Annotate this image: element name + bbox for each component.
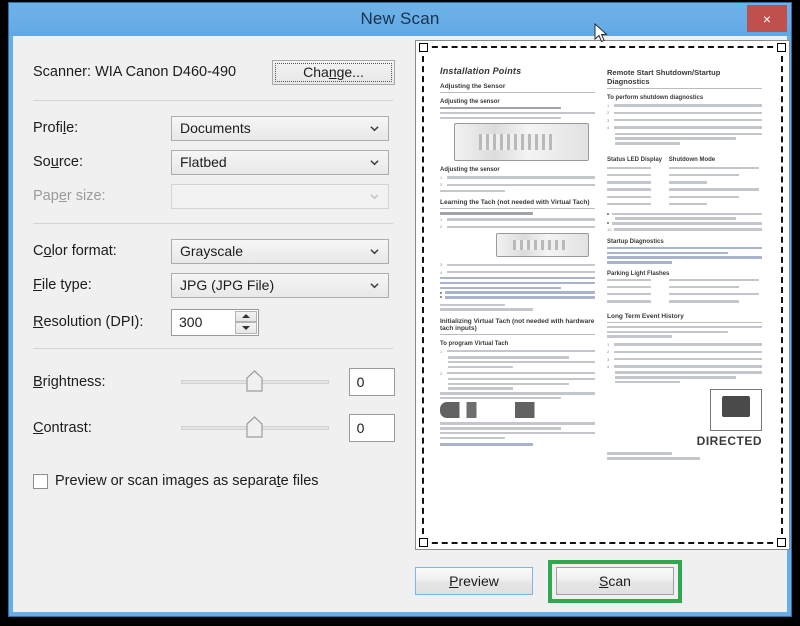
color-format-label: Color format: (33, 243, 117, 259)
contrast-value[interactable]: 0 (348, 414, 395, 442)
paper-size-select (171, 183, 389, 209)
contrast-slider[interactable] (181, 415, 329, 441)
separate-files-row: Preview or scan images as separate files (33, 473, 395, 489)
scan-button[interactable]: Scan (556, 567, 674, 595)
profile-value: Documents (180, 120, 251, 136)
scan-settings-form: Scanner: WIA Canon D460-490 Change... Pr… (13, 36, 411, 612)
source-row: Source: Flatbed (33, 145, 395, 179)
profile-select[interactable]: Documents (171, 115, 389, 141)
chevron-down-icon (370, 194, 379, 200)
paper-size-row: Paper size: (33, 179, 395, 213)
source-select[interactable]: Flatbed (171, 149, 389, 175)
source-value: Flatbed (180, 154, 227, 170)
new-scan-dialog: New Scan × Scanner: WIA Canon D460-490 C… (8, 2, 792, 617)
color-format-row: Color format: Grayscale (33, 234, 395, 268)
chevron-down-icon (370, 160, 379, 166)
color-format-select[interactable]: Grayscale (171, 238, 389, 264)
close-button[interactable]: × (747, 5, 787, 32)
scan-preview-pane[interactable]: Installation Points Adjusting the Sensor… (415, 40, 790, 550)
window-title: New Scan (360, 9, 440, 28)
paper-size-label: Paper size: (33, 188, 106, 204)
chevron-down-icon (370, 249, 379, 255)
selection-handle-top-right[interactable] (777, 43, 786, 52)
scan-button-label: Scan (599, 573, 631, 589)
file-type-select[interactable]: JPG (JPG File) (171, 272, 389, 298)
spinner-up-icon[interactable] (235, 310, 257, 322)
scan-selection-marquee[interactable] (419, 43, 786, 547)
file-type-value: JPG (JPG File) (180, 277, 275, 293)
profile-label: Profile: (33, 120, 79, 136)
resolution-stepper[interactable]: 300 (171, 308, 259, 336)
brightness-slider-thumb[interactable] (246, 370, 263, 392)
dialog-button-bar: Preview Scan (415, 558, 790, 604)
brightness-label: Brightness: (33, 374, 106, 390)
brightness-value[interactable]: 0 (348, 368, 395, 396)
section-divider-3 (33, 348, 393, 349)
scanner-row: Scanner: WIA Canon D460-490 Change... (33, 54, 395, 90)
title-bar: New Scan × (9, 3, 791, 36)
separate-files-checkbox[interactable] (33, 473, 48, 489)
resolution-value: 300 (179, 314, 203, 330)
scanner-label: Scanner: WIA Canon D460-490 (33, 64, 237, 80)
section-divider-2 (33, 223, 393, 224)
color-format-value: Grayscale (180, 243, 244, 259)
brightness-slider[interactable] (181, 369, 329, 395)
close-icon: × (762, 10, 772, 27)
file-type-label: File type: (33, 277, 92, 293)
change-button-label: Change... (303, 64, 364, 80)
profile-row: Profile: Documents (33, 111, 395, 145)
selection-handle-bottom-left[interactable] (419, 538, 428, 547)
contrast-slider-thumb[interactable] (246, 416, 263, 438)
preview-button[interactable]: Preview (415, 567, 533, 595)
resolution-spin-buttons (235, 310, 257, 334)
section-divider-1 (33, 100, 393, 101)
chevron-down-icon (370, 126, 379, 132)
spinner-down-icon[interactable] (235, 322, 257, 334)
file-type-row: File type: JPG (JPG File) (33, 268, 395, 302)
brightness-row: Brightness: 0 (33, 359, 395, 405)
source-label: Source: (33, 154, 83, 170)
preview-button-label: Preview (449, 573, 499, 589)
contrast-label: Contrast: (33, 420, 92, 436)
contrast-row: Contrast: 0 (33, 405, 395, 451)
resolution-row: Resolution (DPI): 300 (33, 302, 395, 342)
dialog-body: Scanner: WIA Canon D460-490 Change... Pr… (13, 36, 790, 612)
selection-handle-bottom-right[interactable] (777, 538, 786, 547)
selection-handle-top-left[interactable] (419, 43, 428, 52)
separate-files-label[interactable]: Preview or scan images as separate files (55, 473, 319, 489)
change-scanner-button[interactable]: Change... (272, 59, 395, 85)
chevron-down-icon (370, 283, 379, 289)
resolution-label: Resolution (DPI): (33, 314, 144, 330)
